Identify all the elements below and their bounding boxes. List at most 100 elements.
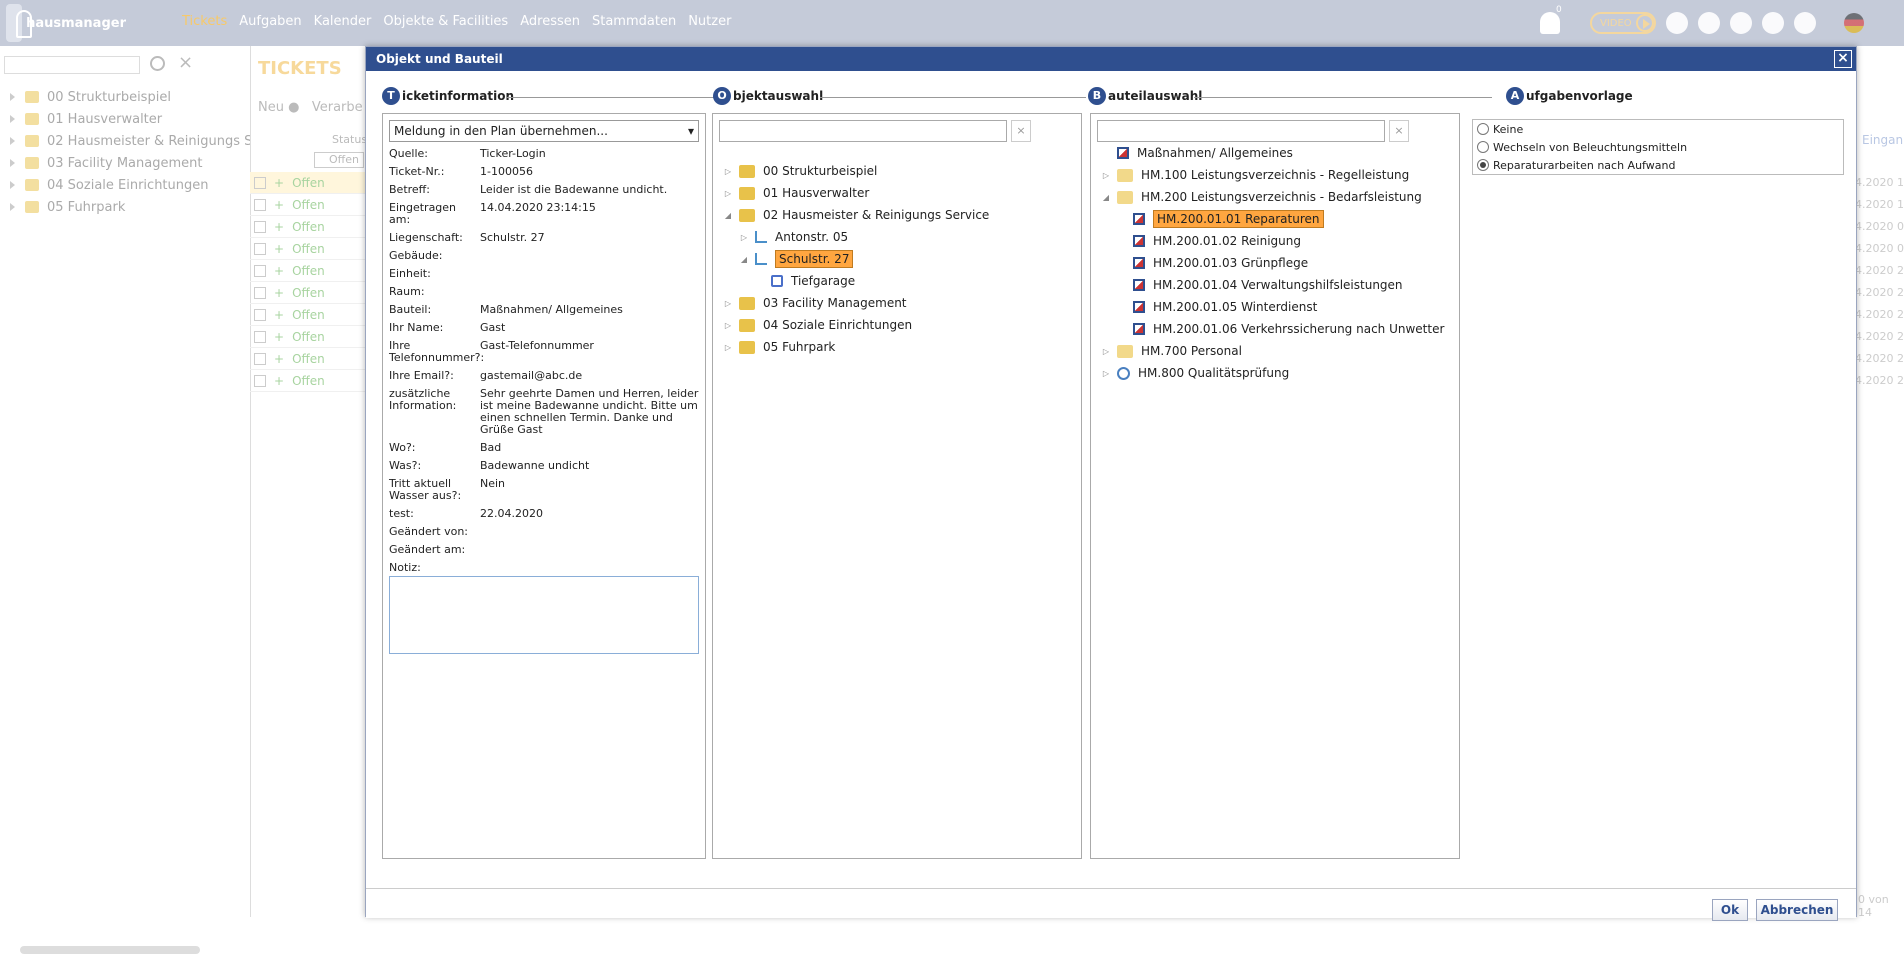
- table-row[interactable]: + Offen: [250, 194, 370, 216]
- expand-icon[interactable]: ▷: [723, 299, 733, 308]
- nav-adressen[interactable]: Adressen: [520, 14, 580, 29]
- table-row[interactable]: + Offen: [250, 216, 370, 238]
- row-checkbox[interactable]: [254, 374, 266, 387]
- clear-button[interactable]: ×: [1011, 120, 1031, 142]
- expand-icon[interactable]: ▷: [723, 167, 733, 176]
- tree-node-selected[interactable]: ◢ Schulstr. 27: [723, 248, 989, 270]
- expand-icon[interactable]: ▷: [1101, 171, 1111, 180]
- radio-button[interactable]: [1477, 141, 1489, 153]
- tree-node[interactable]: HM.200.01.04 Verwaltungshilfsleistungen: [1101, 274, 1444, 296]
- tree-node[interactable]: ▷ HM.700 Personal: [1101, 340, 1444, 362]
- horizontal-scrollbar[interactable]: [20, 946, 200, 954]
- tree-node[interactable]: ◢ 02 Hausmeister & Reinigungs Service: [723, 204, 989, 226]
- row-checkbox[interactable]: [254, 308, 266, 321]
- table-row[interactable]: + Offen: [250, 238, 370, 260]
- collapse-icon[interactable]: ◢: [739, 255, 749, 264]
- bauteil-search-input[interactable]: [1097, 120, 1385, 142]
- nav-tickets[interactable]: Tickets: [182, 14, 227, 29]
- user-icon[interactable]: [1730, 12, 1752, 34]
- row-checkbox[interactable]: [254, 330, 266, 343]
- collapse-icon[interactable]: ◢: [723, 211, 733, 220]
- close-icon[interactable]: ×: [178, 52, 193, 73]
- expand-icon[interactable]: ▷: [723, 189, 733, 198]
- expand-icon[interactable]: ▷: [723, 343, 733, 352]
- new-button[interactable]: Neu: [258, 100, 284, 115]
- row-checkbox[interactable]: [254, 352, 266, 365]
- left-tree-item[interactable]: 01 Hausverwalter: [10, 108, 266, 130]
- table-row[interactable]: + Offen: [250, 260, 370, 282]
- left-tree-item[interactable]: 03 Facility Management: [10, 152, 266, 174]
- tree-node[interactable]: ◢ HM.200 Leistungsverzeichnis - Bedarfsle…: [1101, 186, 1444, 208]
- tree-node-selected[interactable]: HM.200.01.01 Reparaturen: [1101, 208, 1444, 230]
- expand-icon[interactable]: [10, 115, 15, 123]
- tree-node[interactable]: ▷ 00 Strukturbeispiel: [723, 160, 989, 182]
- row-checkbox[interactable]: [254, 286, 266, 299]
- gear-icon[interactable]: [1698, 12, 1720, 34]
- notiz-textarea[interactable]: [389, 576, 699, 654]
- template-option-beleuchtung[interactable]: Wechseln von Beleuchtungsmitteln: [1473, 138, 1843, 156]
- collapse-icon[interactable]: ◢: [1101, 193, 1111, 202]
- expand-icon[interactable]: [10, 181, 15, 189]
- expand-icon[interactable]: ▷: [739, 233, 749, 242]
- table-row[interactable]: + Offen: [250, 370, 370, 392]
- expand-icon[interactable]: ▷: [1101, 369, 1111, 378]
- expand-icon[interactable]: [10, 93, 15, 101]
- row-checkbox[interactable]: [254, 198, 266, 211]
- radio-button[interactable]: [1477, 123, 1489, 135]
- cancel-button[interactable]: Abbrechen: [1756, 899, 1838, 921]
- table-row[interactable]: + Offen: [250, 348, 370, 370]
- left-tree-item[interactable]: 04 Soziale Einrichtungen: [10, 174, 266, 196]
- tree-node[interactable]: ▷ 05 Fuhrpark: [723, 336, 989, 358]
- row-checkbox[interactable]: [254, 264, 266, 277]
- clear-button[interactable]: ×: [1389, 120, 1409, 142]
- logo[interactable]: hausmanager: [6, 4, 126, 42]
- tree-node[interactable]: ▷ Antonstr. 05: [723, 226, 989, 248]
- left-tree-item[interactable]: 05 Fuhrpark: [10, 196, 266, 218]
- tree-node[interactable]: HM.200.01.06 Verkehrssicherung nach Unwe…: [1101, 318, 1444, 340]
- row-checkbox[interactable]: [254, 176, 266, 189]
- template-option-keine[interactable]: Keine: [1473, 120, 1843, 138]
- left-tree-item[interactable]: 02 Hausmeister & Reinigungs Ser: [10, 130, 266, 152]
- power-icon[interactable]: [1794, 12, 1816, 34]
- row-checkbox[interactable]: [254, 220, 266, 233]
- ok-button[interactable]: Ok: [1712, 899, 1748, 921]
- edit-button[interactable]: Verarbe: [312, 100, 363, 115]
- expand-icon[interactable]: [10, 137, 15, 145]
- table-row[interactable]: + Offen: [250, 172, 370, 194]
- nav-kalender[interactable]: Kalender: [314, 14, 372, 29]
- expand-icon[interactable]: ▷: [1101, 347, 1111, 356]
- row-checkbox[interactable]: [254, 242, 266, 255]
- tree-node[interactable]: ▷ HM.100 Leistungsverzeichnis - Regelleis…: [1101, 164, 1444, 186]
- tree-node[interactable]: ▷ 04 Soziale Einrichtungen: [723, 314, 989, 336]
- tree-node[interactable]: HM.200.01.05 Winterdienst: [1101, 296, 1444, 318]
- object-search-input[interactable]: [719, 120, 1007, 142]
- bell-icon[interactable]: 0: [1540, 5, 1562, 34]
- left-tree-item[interactable]: 00 Strukturbeispiel: [10, 86, 266, 108]
- tree-node[interactable]: HM.200.01.03 Grünpflege: [1101, 252, 1444, 274]
- help-icon[interactable]: [1762, 12, 1784, 34]
- tree-node[interactable]: ▷ 03 Facility Management: [723, 292, 989, 314]
- tree-node[interactable]: HM.200.01.02 Reinigung: [1101, 230, 1444, 252]
- tree-node[interactable]: Maßnahmen/ Allgemeines: [1101, 142, 1444, 164]
- table-row[interactable]: + Offen: [250, 326, 370, 348]
- left-search-input[interactable]: [4, 56, 140, 74]
- language-flag-icon[interactable]: [1844, 13, 1864, 33]
- plan-select[interactable]: Meldung in den Plan übernehmen... ▾: [389, 120, 699, 142]
- search-icon[interactable]: [150, 56, 165, 71]
- nav-stammdaten[interactable]: Stammdaten: [592, 14, 676, 29]
- table-row[interactable]: + Offen: [250, 282, 370, 304]
- login-icon[interactable]: [1666, 12, 1688, 34]
- tree-node[interactable]: ▷ 01 Hausverwalter: [723, 182, 989, 204]
- nav-aufgaben[interactable]: Aufgaben: [239, 14, 301, 29]
- template-option-reparatur[interactable]: Reparaturarbeiten nach Aufwand: [1473, 156, 1843, 174]
- table-row[interactable]: + Offen: [250, 304, 370, 326]
- video-button[interactable]: VIDEO: [1590, 12, 1656, 34]
- tree-node[interactable]: ▷ HM.800 Qualitätsprüfung: [1101, 362, 1444, 384]
- close-button[interactable]: ×: [1834, 50, 1852, 68]
- expand-icon[interactable]: [10, 203, 15, 211]
- status-filter[interactable]: Offen: [314, 152, 364, 168]
- expand-icon[interactable]: [10, 159, 15, 167]
- radio-button-checked[interactable]: [1477, 159, 1489, 171]
- expand-icon[interactable]: ▷: [723, 321, 733, 330]
- nav-objekte[interactable]: Objekte & Facilities: [383, 14, 508, 29]
